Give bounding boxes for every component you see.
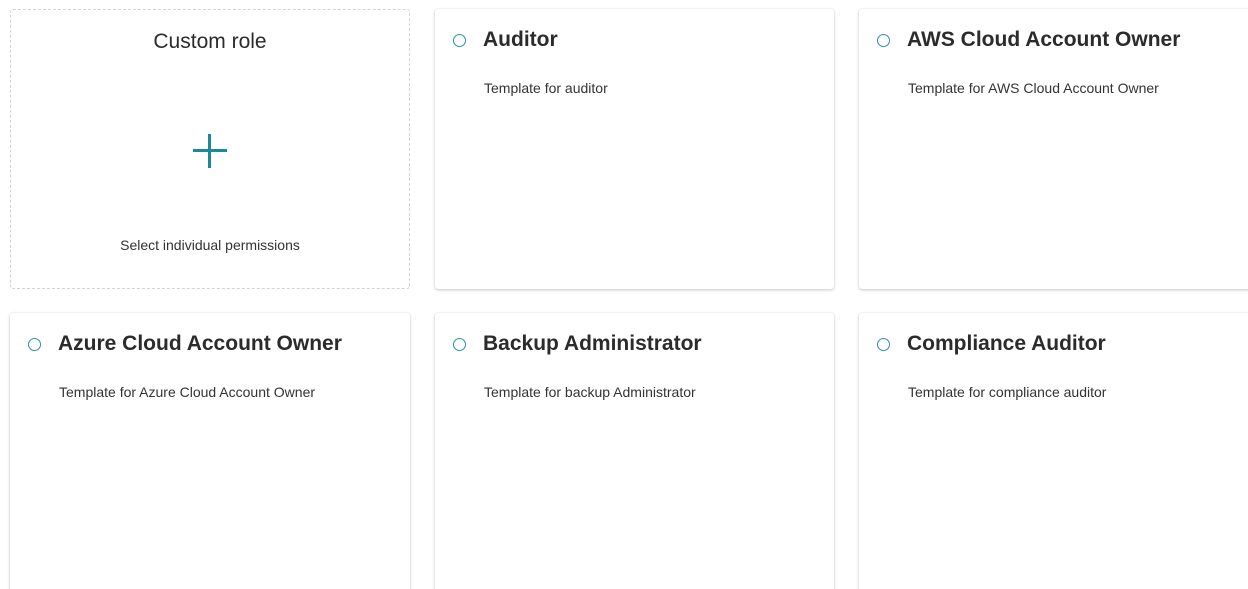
custom-role-card[interactable]: Custom role Select individual permission… xyxy=(10,9,410,289)
radio-button[interactable] xyxy=(877,33,890,47)
custom-role-description: Select individual permissions xyxy=(120,237,300,253)
role-description: Template for AWS Cloud Account Owner xyxy=(908,80,1159,96)
role-header[interactable]: Auditor xyxy=(453,28,558,52)
role-header[interactable]: Compliance Auditor xyxy=(877,332,1106,356)
radio-button[interactable] xyxy=(877,337,890,351)
radio-button[interactable] xyxy=(453,33,466,47)
role-description: Template for compliance auditor xyxy=(908,384,1107,400)
role-description: Template for Azure Cloud Account Owner xyxy=(59,384,316,400)
role-title: Compliance Auditor xyxy=(907,332,1106,355)
radio-button[interactable] xyxy=(28,337,41,351)
radio-button[interactable] xyxy=(453,337,466,351)
role-description: Template for auditor xyxy=(484,80,608,96)
role-title: Backup Administrator xyxy=(483,332,702,355)
custom-role-title: Custom role xyxy=(153,30,267,53)
role-title: Auditor xyxy=(483,28,558,51)
role-description: Template for backup Administrator xyxy=(484,384,696,400)
role-template-grid: Custom role Select individual permission… xyxy=(0,0,1248,589)
role-card-auditor[interactable]: Auditor Template for auditor xyxy=(435,9,834,289)
role-title: Azure Cloud Account Owner xyxy=(58,332,342,355)
plus-icon[interactable] xyxy=(193,134,227,168)
role-header[interactable]: AWS Cloud Account Owner xyxy=(877,28,1180,52)
role-card-aws-cloud-account-owner[interactable]: AWS Cloud Account Owner Template for AWS… xyxy=(859,9,1248,289)
role-header[interactable]: Backup Administrator xyxy=(453,332,702,356)
role-card-backup-administrator[interactable]: Backup Administrator Template for backup… xyxy=(435,313,834,589)
role-title: AWS Cloud Account Owner xyxy=(907,28,1181,51)
role-card-compliance-auditor[interactable]: Compliance Auditor Template for complian… xyxy=(859,313,1248,589)
role-header[interactable]: Azure Cloud Account Owner xyxy=(28,332,342,356)
role-card-azure-cloud-account-owner[interactable]: Azure Cloud Account Owner Template for A… xyxy=(10,313,410,589)
